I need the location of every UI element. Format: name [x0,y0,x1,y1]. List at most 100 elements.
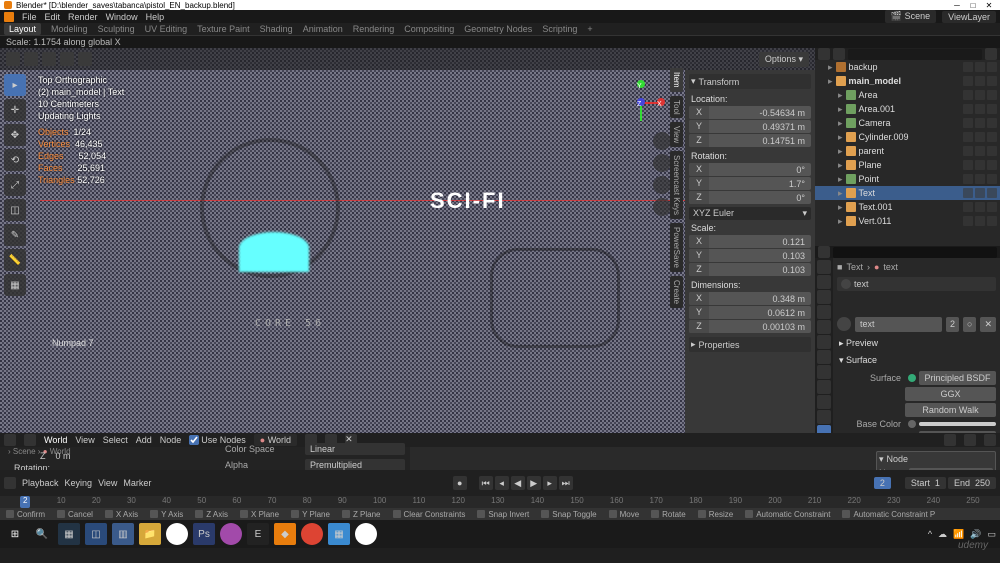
proportional-icon[interactable] [78,52,92,66]
tab-layout[interactable]: Layout [4,23,41,35]
app-3-icon[interactable] [220,523,242,545]
blender-icon[interactable]: ◆ [274,523,296,545]
tab-powersave[interactable]: PowerSave [670,223,683,272]
epic-icon[interactable]: E [247,523,269,545]
loc-x[interactable]: X-0.54634 m [689,106,811,119]
node-menu-select[interactable]: Select [103,435,128,445]
scl-z[interactable]: Z0.103 [689,263,811,276]
tray-sound-icon[interactable]: 🔊 [970,529,981,540]
menu-help[interactable]: Help [146,12,165,22]
menu-window[interactable]: Window [106,12,138,22]
node-graph[interactable]: ▾Node Name:Environment T... [410,447,1000,470]
tl-keying[interactable]: Keying [65,478,93,488]
outliner-row[interactable]: ▸Text [815,186,1000,200]
tab-modeling[interactable]: Modeling [51,24,88,34]
tray-cloud-icon[interactable]: ☁ [938,529,947,540]
tab-add[interactable]: + [587,24,592,34]
distribution-select[interactable]: GGX [905,387,996,401]
tab-scripting[interactable]: Scripting [542,24,577,34]
scl-y[interactable]: Y0.103 [689,249,811,262]
node-menu-node[interactable]: Node [160,435,182,445]
tool-add[interactable]: ▦ [4,274,26,296]
snap-icon[interactable] [964,434,976,446]
tab-animation[interactable]: Animation [303,24,343,34]
dim-z[interactable]: Z0.00103 m [689,320,811,333]
chrome2-icon[interactable] [355,523,377,545]
editor-type-icon[interactable] [6,52,20,66]
maximize-button[interactable]: □ [966,1,980,9]
rot-y[interactable]: Y1.7° [689,177,811,190]
play-icon[interactable]: ▶ [527,476,541,490]
node-menu-view[interactable]: View [75,435,94,445]
tool-measure[interactable]: 📏 [4,249,26,271]
next-keyframe-icon[interactable]: ▸ [543,476,557,490]
start-button[interactable]: ⊞ [4,523,26,545]
tab-view[interactable]: View [670,122,683,147]
unlink-material-icon[interactable]: ✕ [980,317,996,332]
tab-uv[interactable]: UV Editing [145,24,188,34]
display-mode-icon[interactable] [833,48,845,60]
new-material-icon[interactable]: ○ [963,317,976,332]
close-button[interactable]: ✕ [982,1,996,9]
loc-z[interactable]: Z0.14751 m [689,134,811,147]
tool-annotate[interactable]: ✎ [4,224,26,246]
tab-rendering[interactable]: Rendering [353,24,395,34]
subsurf-method[interactable]: Random Walk [905,403,996,417]
tab-viewlayer[interactable] [817,290,831,304]
app-5-icon[interactable]: ▦ [328,523,350,545]
tray-wifi-icon[interactable]: 📶 [953,529,964,540]
dim-y[interactable]: Y0.0612 m [689,306,811,319]
tool-scale[interactable]: ⤢ [4,174,26,196]
end-frame[interactable]: End 250 [948,477,996,489]
play-reverse-icon[interactable]: ◀ [511,476,525,490]
outliner-row[interactable]: ▸Vert.011 [815,214,1000,228]
outliner[interactable]: ▸backup▸main_model▸Area▸Area.001▸Camera▸… [815,60,1000,246]
tab-object[interactable] [817,335,831,349]
tool-cursor[interactable]: ✛ [4,99,26,121]
tl-marker[interactable]: Marker [123,478,151,488]
props-search[interactable] [833,247,997,258]
tab-particle[interactable] [817,365,831,379]
dim-x[interactable]: X0.348 m [689,292,811,305]
autokey-icon[interactable]: ● [453,476,467,490]
tab-shading[interactable]: Shading [260,24,293,34]
explorer-icon[interactable]: 📁 [139,523,161,545]
tab-modifier[interactable] [817,350,831,364]
tab-constraint[interactable] [817,395,831,409]
tl-playback[interactable]: Playback [22,478,59,488]
tool-rotate[interactable]: ⟲ [4,149,26,171]
colorspace-select[interactable]: Linear [305,443,405,455]
outliner-row[interactable]: ▸Cylinder.009 [815,130,1000,144]
tool-move[interactable]: ✥ [4,124,26,146]
tab-create[interactable]: Create [670,276,683,308]
rotation-mode[interactable]: XYZ Euler▾ [689,207,811,220]
menu-file[interactable]: File [22,12,37,22]
taskview-icon[interactable]: ▦ [58,523,80,545]
node-menu-add[interactable]: Add [136,435,152,445]
rot-z[interactable]: Z0° [689,191,811,204]
outliner-row[interactable]: ▸backup [815,60,1000,74]
tool-select[interactable]: ▸ [4,74,26,96]
outliner-search[interactable] [848,49,982,60]
tool-transform[interactable]: ◫ [4,199,26,221]
outliner-row[interactable]: ▸Plane [815,158,1000,172]
pivot-icon[interactable] [42,52,56,66]
outliner-row[interactable]: ▸Area.001 [815,102,1000,116]
viewlayer-selector[interactable]: ViewLayer [942,11,996,23]
editor-type-icon[interactable] [4,477,16,489]
photoshop-icon[interactable]: Ps [193,523,215,545]
props-type-icon[interactable] [818,246,830,258]
tab-physics[interactable] [817,380,831,394]
app-4-icon[interactable] [301,523,323,545]
tab-geonodes[interactable]: Geometry Nodes [464,24,532,34]
tab-item[interactable]: Item [670,68,683,92]
blender-icon[interactable] [4,12,14,22]
material-users[interactable]: 2 [946,317,959,332]
timeline-ruler[interactable]: 2102030405060708090100110120130140150160… [0,496,1000,508]
zoom-icon[interactable] [653,132,671,150]
loc-y[interactable]: Y0.49371 m [689,120,811,133]
options-button[interactable]: Options ▾ [759,52,809,67]
jump-start-icon[interactable]: ⏮ [479,476,493,490]
prev-keyframe-icon[interactable]: ◂ [495,476,509,490]
material-slot[interactable]: text [837,277,996,291]
